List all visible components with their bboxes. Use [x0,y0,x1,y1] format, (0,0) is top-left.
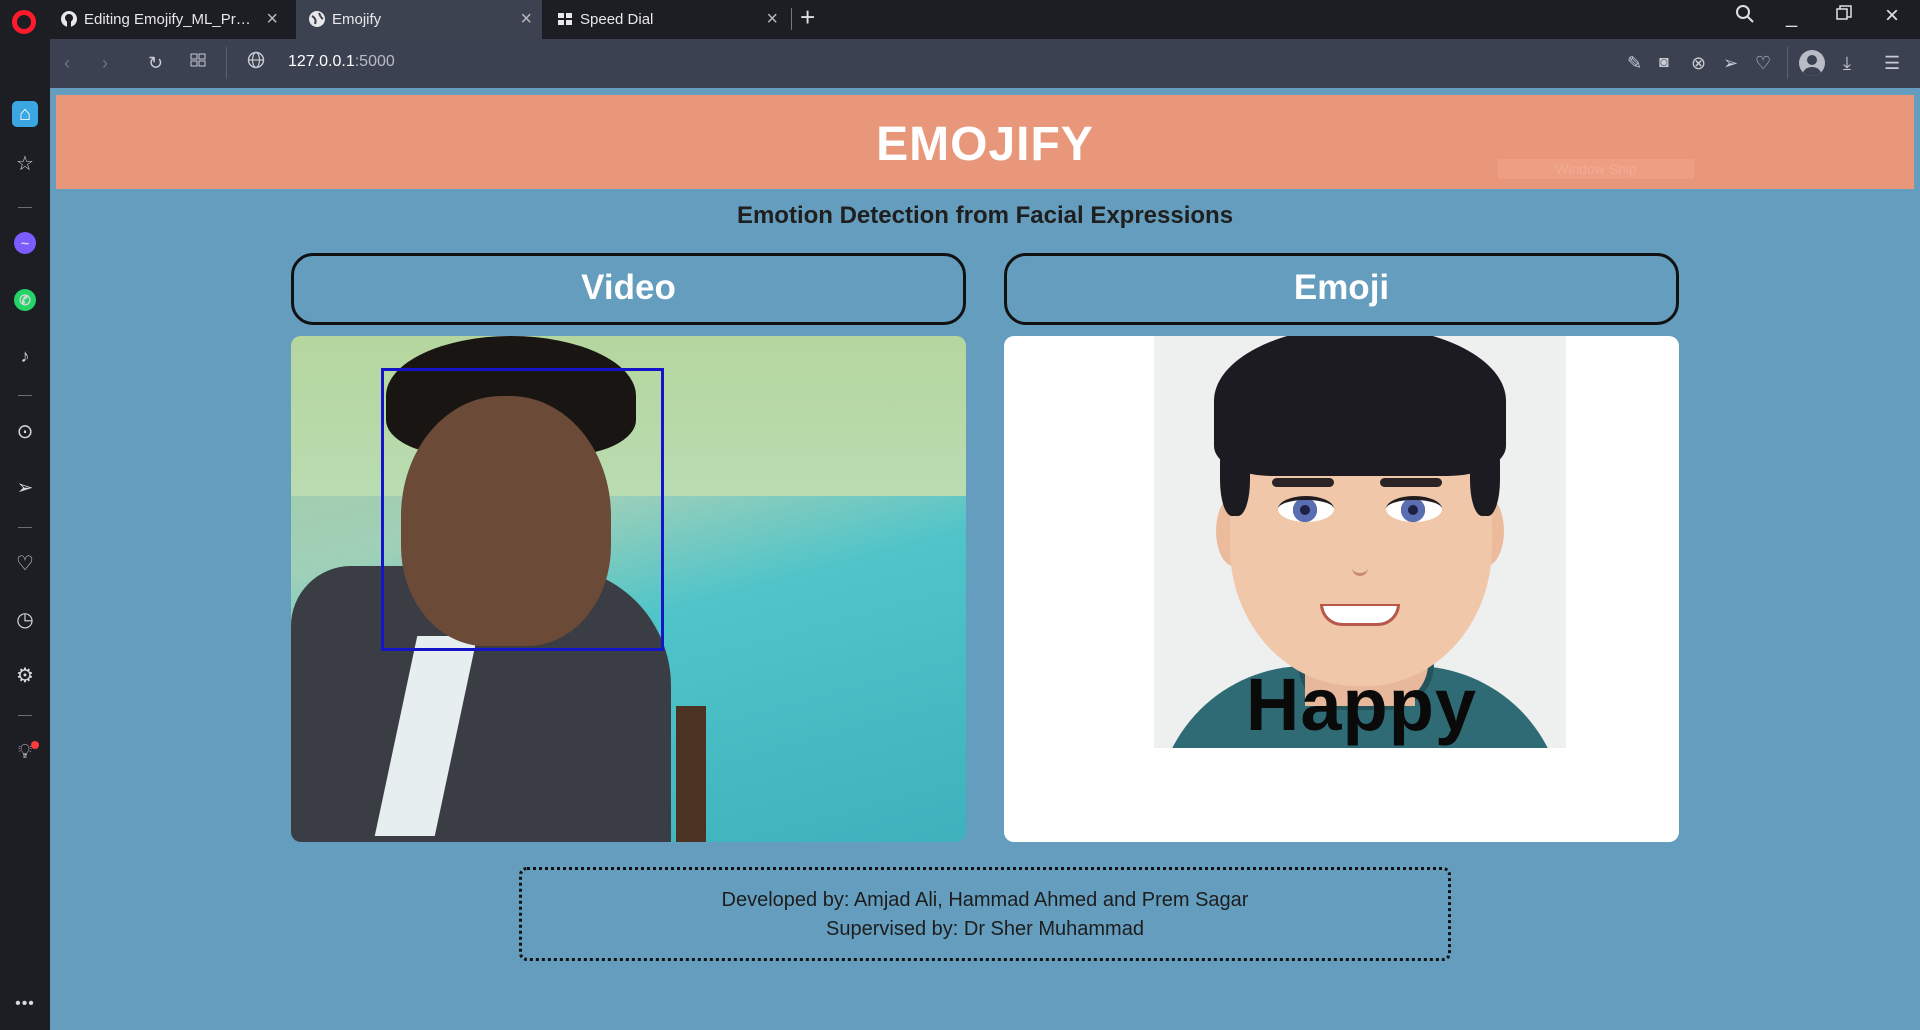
window-snip-overlay: Window Snip [1498,159,1694,179]
avatar-eye-right [1386,496,1442,522]
close-window-icon[interactable]: × [1885,2,1899,30]
video-chair [676,706,706,842]
back-icon[interactable]: ‹ [64,52,70,74]
forward-icon[interactable]: › [102,52,108,74]
tab-label: Editing Emojify_ML_Project [84,11,254,28]
close-icon[interactable]: × [266,0,278,39]
sidebar-divider [18,527,32,528]
history-clock-icon[interactable]: ◷ [12,607,38,633]
tiktok-icon[interactable]: ♪ [12,343,38,369]
tab-speed-dial[interactable]: Speed Dial × [544,0,788,39]
tab-emojify[interactable]: Emojify × [296,0,542,39]
download-icon[interactable]: ⤓ [1843,52,1851,74]
page-subtitle: Emotion Detection from Facial Expression… [736,202,1234,229]
bookmark-heart-icon[interactable]: ♡ [1755,52,1771,74]
flow-send-icon[interactable]: ➢ [1723,52,1738,74]
easy-setup-icon[interactable]: ☰ [1884,52,1900,74]
avatar-hair [1214,336,1506,476]
video-feed [291,336,966,842]
tab-label: Speed Dial [580,11,654,28]
close-icon[interactable]: × [520,0,532,39]
settings-gear-icon[interactable]: ⚙ [12,663,38,689]
close-icon[interactable]: × [766,0,778,39]
site-info-globe-icon[interactable] [247,51,265,74]
tab-divider [791,8,792,30]
whatsapp-icon[interactable]: ✆ [14,289,36,311]
address-toolbar: ‹ › ↻ 127.0.0.1:5000 ✎ ◙ ⊗ ➢ ♡ ⤓ ☰ [50,39,1920,88]
url-host: 127.0.0.1 [288,53,355,70]
player-icon[interactable]: ⊙ [12,419,38,445]
opera-logo-icon[interactable] [12,10,36,34]
emoji-display: Happy [1004,336,1679,842]
avatar-sideburn-left [1220,426,1250,516]
video-heading: Video [291,253,966,325]
url-field[interactable]: 127.0.0.1:5000 [288,53,395,71]
messenger-icon[interactable]: ~ [14,232,36,254]
restore-icon[interactable] [1835,4,1853,28]
profile-avatar-icon[interactable] [1799,50,1825,76]
search-tabs-icon[interactable] [1735,4,1755,30]
tab-strip: Editing Emojify_ML_Project × Emojify × S… [0,0,1920,39]
emoji-heading: Emoji [1004,253,1679,325]
reload-icon[interactable]: ↻ [148,52,163,74]
more-dots-icon[interactable]: ••• [12,991,38,1017]
face-detection-box [381,368,664,651]
tab-editing-emojify[interactable]: Editing Emojify_ML_Project × [48,0,288,39]
grid-icon [558,13,572,25]
sidebar-divider [18,207,32,208]
speed-dial-star-icon[interactable]: ☆ [12,151,38,177]
avatar-sideburn-right [1470,426,1500,516]
sidebar-divider [18,395,32,396]
globe-icon [309,11,325,27]
avatar-smile [1320,604,1400,626]
toolbar-divider [226,47,227,79]
sidebar-divider [18,715,32,716]
tab-overview-icon[interactable] [190,51,206,73]
emotion-label: Happy [1245,663,1478,746]
avatar-eye-left [1278,496,1334,522]
supervisor-text: Supervised by: Dr Sher Muhammad [826,918,1144,940]
toolbar-divider [1787,47,1788,79]
heart-icon[interactable]: ♡ [12,551,38,577]
ad-block-icon[interactable]: ⊗ [1691,52,1706,74]
tab-label: Emojify [332,11,382,28]
new-tab-plus-icon[interactable]: + [800,2,815,33]
page-header: EMOJIFY Window Snip [56,95,1914,189]
minimize-icon[interactable]: _ [1786,6,1797,29]
url-port: :5000 [354,53,395,70]
avatar-brow-left [1272,478,1334,487]
notification-dot [31,741,39,749]
page-content: EMOJIFY Window Snip Emotion Detection fr… [50,88,1920,1030]
snapshot-edit-icon[interactable]: ✎ [1627,52,1642,74]
send-icon[interactable]: ➢ [12,475,38,501]
avatar-brow-right [1380,478,1442,487]
camera-icon[interactable]: ◙ [1659,52,1669,74]
home-icon[interactable]: ⌂ [12,101,38,127]
credits-box: Developed by: Amjad Ali, Hammad Ahmed an… [519,867,1451,961]
sidebar: ⌂ ☆ ~ ✆ ♪ ⊙ ➢ ♡ ◷ ⚙ 💡︎ ••• [0,39,50,1030]
developers-text: Developed by: Amjad Ali, Hammad Ahmed an… [721,889,1249,911]
github-icon [61,11,77,27]
